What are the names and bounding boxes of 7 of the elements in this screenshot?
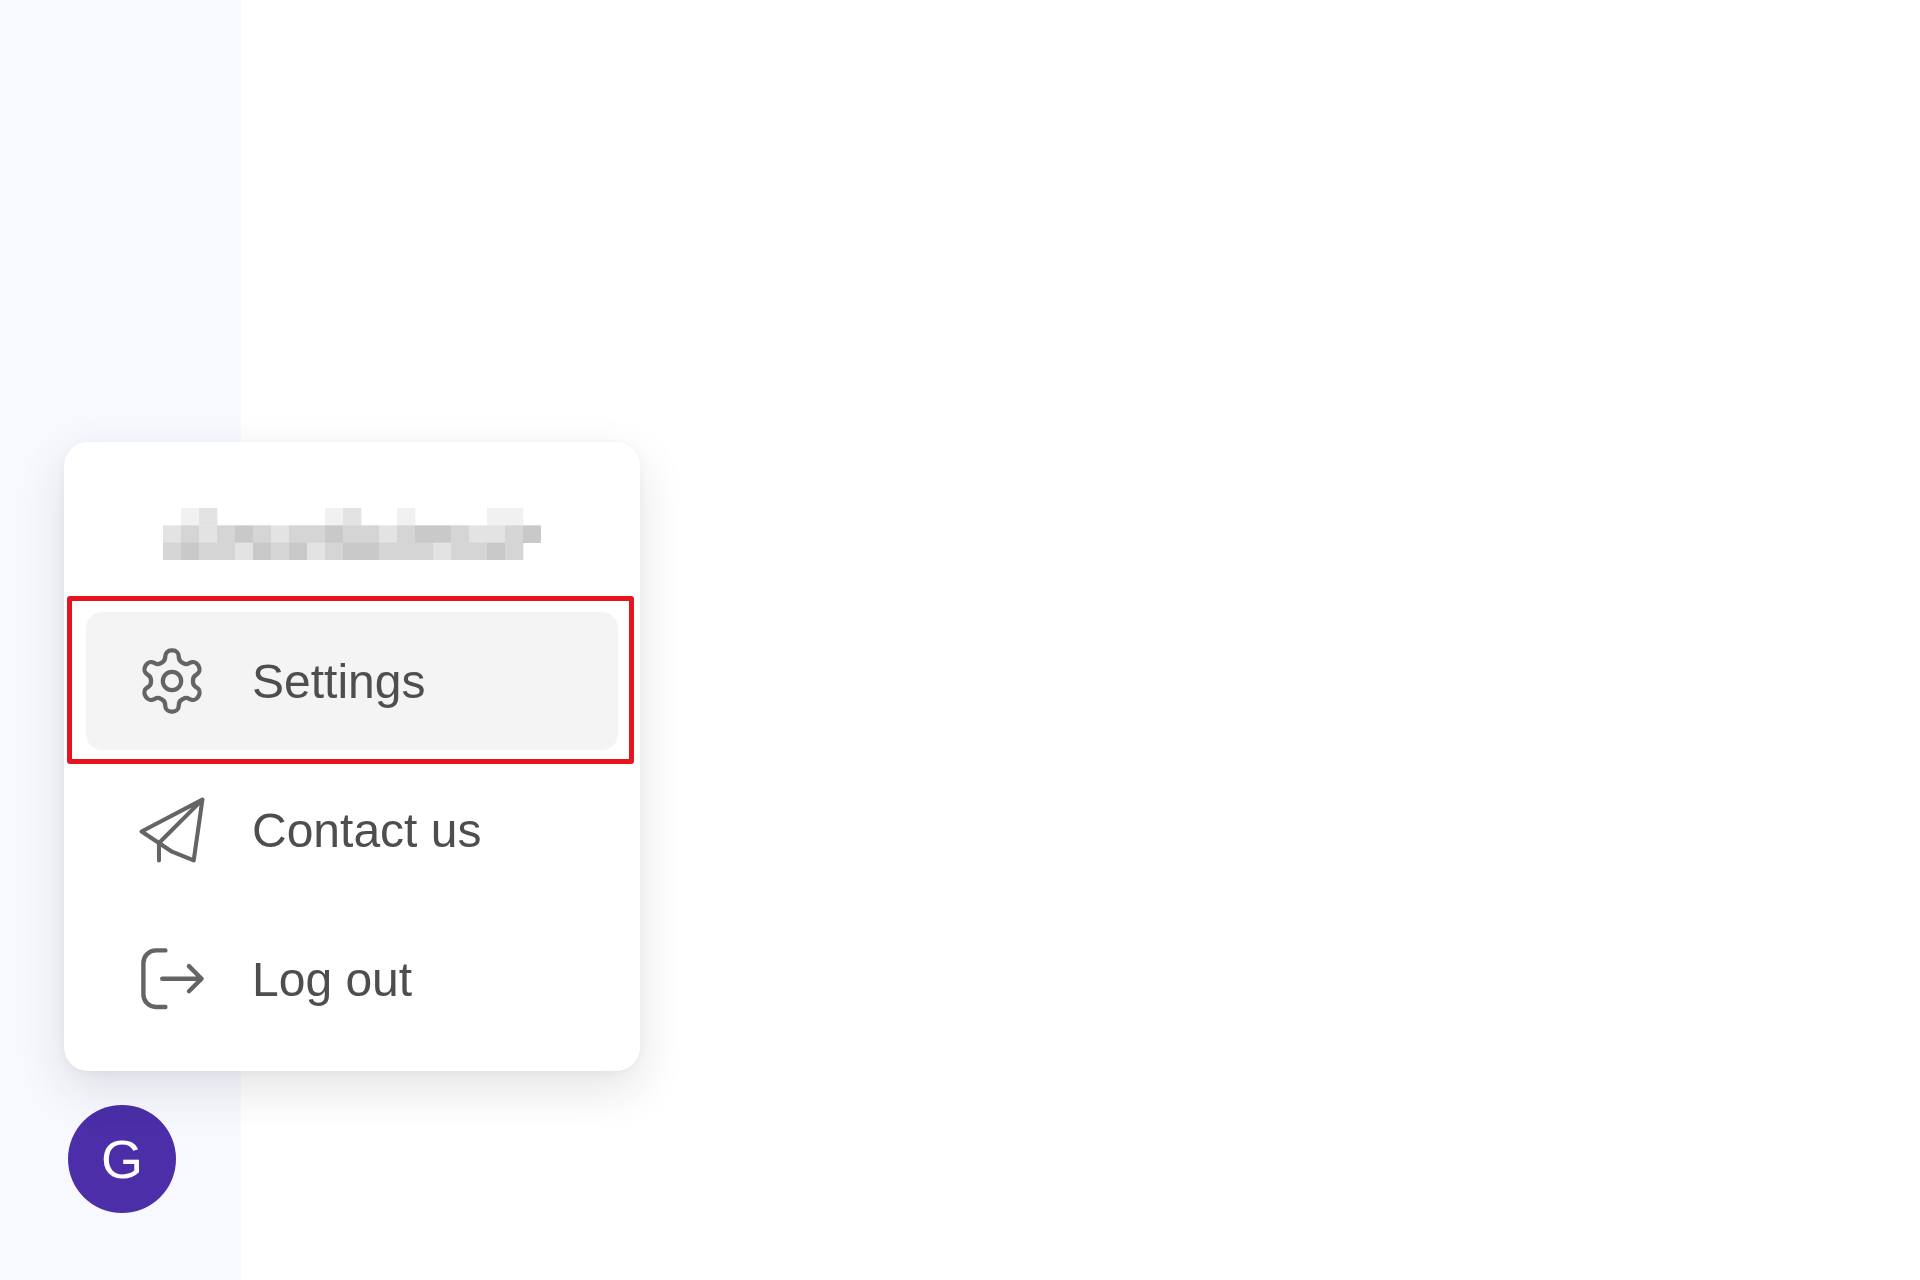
menu-item[interactable]: Log out (86, 910, 618, 1048)
paper-plane-icon (139, 797, 205, 863)
menu-item[interactable]: Settings (86, 612, 618, 750)
avatar-button[interactable]: G (68, 1105, 176, 1213)
logout-icon (139, 946, 205, 1012)
gear-icon (139, 648, 205, 714)
menu-item[interactable]: Contact us (86, 761, 618, 899)
